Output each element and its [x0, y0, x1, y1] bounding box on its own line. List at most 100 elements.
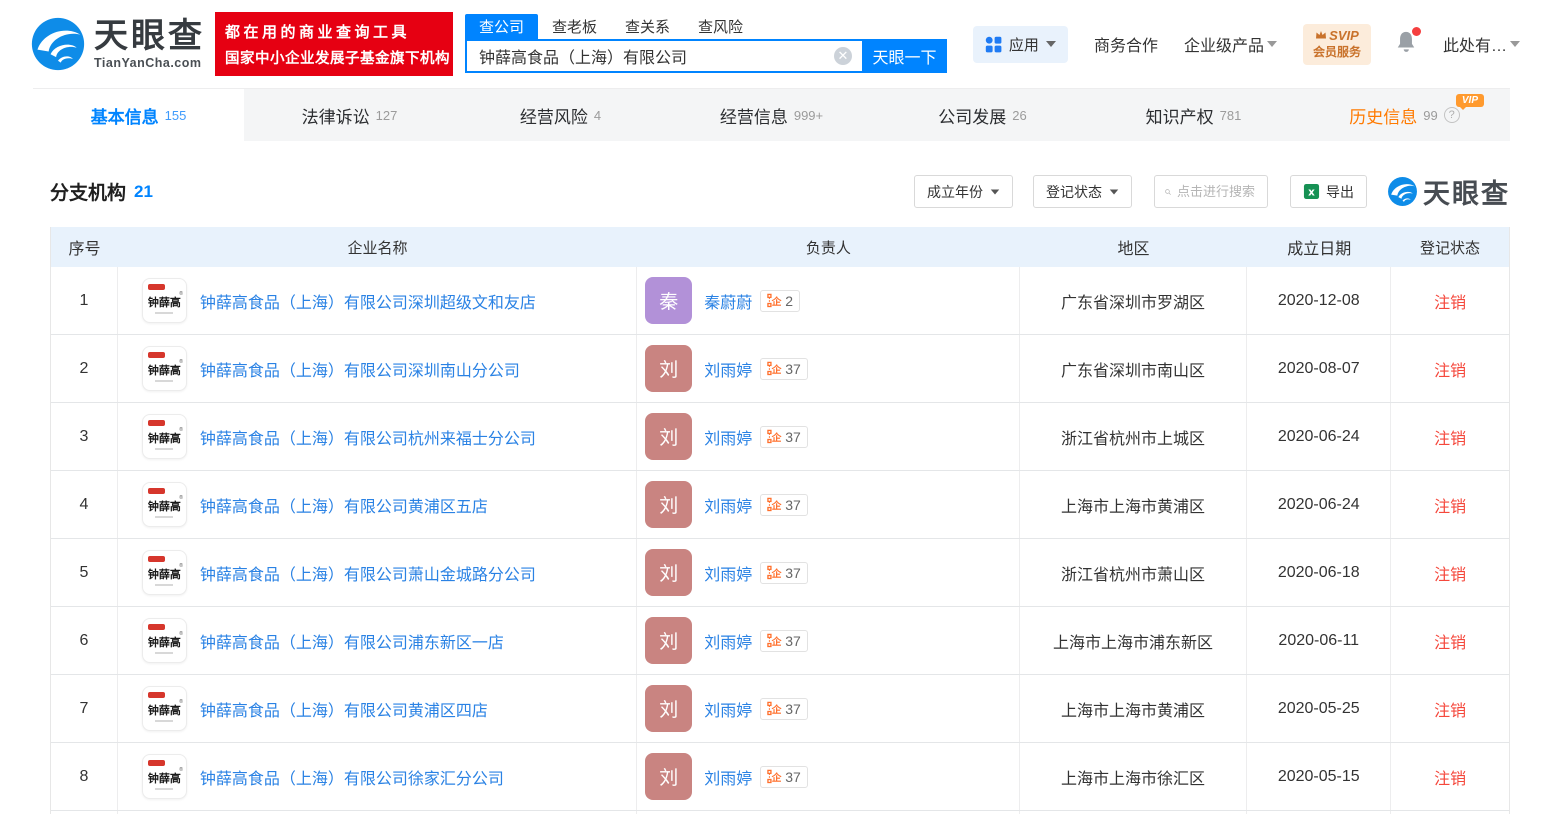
column-header: 企业名称: [118, 227, 637, 267]
row-index-cell: 7: [51, 675, 118, 742]
company-link[interactable]: 钟薛高食品（上海）有限公司黄浦区五店: [200, 493, 488, 517]
logo-red-tag: [148, 692, 165, 698]
nav-enterprise-label: 企业级产品: [1184, 32, 1264, 56]
company-cell: 钟薛高 ® 钟薛高食品（上海）有限公司萧山金城路分公司: [118, 539, 637, 606]
established-date: 2020-06-18: [1278, 564, 1360, 582]
column-header: 登记状态: [1391, 227, 1509, 267]
help-icon[interactable]: ?: [1444, 107, 1460, 123]
logo-brand-text: 钟薛高: [148, 362, 181, 378]
org-relations-icon: 企: [767, 633, 782, 648]
logo-red-tag: [148, 352, 165, 358]
search-tab[interactable]: 查风险: [684, 14, 757, 39]
company-link[interactable]: 钟薛高食品（上海）有限公司深圳南山分公司: [200, 357, 520, 381]
relation-count-badge[interactable]: 企 37: [760, 562, 808, 584]
registered-mark: ®: [179, 631, 183, 637]
section-title: 分支机构: [50, 178, 126, 205]
row-index: 3: [80, 428, 89, 446]
table-row: 4 钟薛高 ® 钟薛高食品（上海）有限公司黄浦区五店 刘 刘雨婷 企 37: [51, 471, 1509, 539]
nav-enterprise[interactable]: 企业级产品: [1184, 32, 1277, 56]
svg-text:企: 企: [771, 567, 782, 580]
person-avatar[interactable]: 刘: [645, 685, 692, 732]
table-search-box[interactable]: [1154, 175, 1268, 208]
person-link[interactable]: 刘雨婷: [704, 493, 752, 517]
person-avatar[interactable]: 刘: [645, 753, 692, 800]
person-cell: 刘 刘雨婷 企 37: [637, 743, 1019, 810]
tab-基本信息[interactable]: 基本信息155: [33, 89, 244, 141]
person-avatar[interactable]: 刘: [645, 345, 692, 392]
person-link[interactable]: 秦蔚蔚: [704, 289, 752, 313]
nav-account-more[interactable]: 此处有…: [1443, 32, 1520, 56]
company-link[interactable]: 钟薛高食品（上海）有限公司浦东新区一店: [200, 629, 504, 653]
tab-经营信息[interactable]: 经营信息999+: [666, 89, 877, 141]
tab-知识产权[interactable]: 知识产权781: [1088, 89, 1299, 141]
relation-count-badge[interactable]: 企 37: [760, 358, 808, 380]
tab-历史信息[interactable]: 历史信息99VIP?: [1299, 89, 1510, 141]
tianyancha-swirl-icon: [1387, 176, 1418, 207]
logo-subline: [155, 652, 173, 654]
branch-section-header: 分支机构 21 成立年份 登记状态 x 导出: [50, 172, 1510, 211]
region-text: 浙江省杭州市萧山区: [1061, 561, 1205, 585]
person-avatar[interactable]: 刘: [645, 481, 692, 528]
company-link[interactable]: 钟薛高食品（上海）有限公司深圳超级文和友店: [200, 289, 536, 313]
tab-法律诉讼[interactable]: 法律诉讼127: [244, 89, 455, 141]
table-row: 5 钟薛高 ® 钟薛高食品（上海）有限公司萧山金城路分公司 刘 刘雨婷 企 37: [51, 539, 1509, 607]
status-cell: 注销: [1391, 539, 1509, 606]
company-logo: 钟薛高 ®: [142, 414, 187, 459]
person-link[interactable]: 刘雨婷: [704, 629, 752, 653]
status-badge: 注销: [1434, 493, 1466, 517]
filter-year-dropdown[interactable]: 成立年份: [914, 175, 1013, 208]
region-text: 广东省深圳市罗湖区: [1061, 289, 1205, 313]
tianyancha-logo[interactable]: 天眼查 TianYanCha.com: [30, 16, 205, 72]
person-avatar[interactable]: 刘: [645, 413, 692, 460]
person-avatar[interactable]: 秦: [645, 277, 692, 324]
company-link[interactable]: 钟薛高食品（上海）有限公司黄浦区四店: [200, 697, 488, 721]
search-tab[interactable]: 查老板: [538, 14, 611, 39]
region-text: 上海市上海市黄浦区: [1061, 697, 1205, 721]
relation-count-badge[interactable]: 企 37: [760, 766, 808, 788]
relation-count-badge[interactable]: 企 2: [760, 290, 800, 312]
notification-dot: [1412, 27, 1421, 36]
tab-count: 781: [1220, 108, 1242, 123]
export-button[interactable]: x 导出: [1290, 175, 1367, 208]
svip-label: SVIP: [1329, 28, 1359, 43]
nav-more-label: 此处有…: [1443, 32, 1507, 56]
svg-text:企: 企: [771, 295, 782, 308]
nav-cooperation[interactable]: 商务合作: [1094, 32, 1158, 56]
person-link[interactable]: 刘雨婷: [704, 425, 752, 449]
relation-count-badge[interactable]: 企 37: [760, 698, 808, 720]
company-link[interactable]: 钟薛高食品（上海）有限公司徐家汇分公司: [200, 765, 504, 789]
region-text: 上海市上海市徐汇区: [1061, 765, 1205, 789]
person-link[interactable]: 刘雨婷: [704, 765, 752, 789]
status-badge: 注销: [1434, 425, 1466, 449]
tab-label: 法律诉讼: [302, 103, 370, 128]
tab-公司发展[interactable]: 公司发展26: [877, 89, 1088, 141]
table-search-input[interactable]: [1177, 184, 1257, 199]
person-link[interactable]: 刘雨婷: [704, 561, 752, 585]
notification-bell-icon[interactable]: [1395, 30, 1417, 59]
tab-经营风险[interactable]: 经营风险4: [455, 89, 666, 141]
company-link[interactable]: 钟薛高食品（上海）有限公司杭州来福士分公司: [200, 425, 536, 449]
tab-count: 155: [165, 108, 187, 123]
apps-menu-button[interactable]: 应用: [973, 26, 1068, 63]
company-logo: 钟薛高 ®: [142, 278, 187, 323]
org-relations-icon: 企: [767, 769, 782, 784]
search-tab[interactable]: 查关系: [611, 14, 684, 39]
company-cell: 钟薛高 ® 钟薛高食品（上海）有限公司浦东新区一店: [118, 607, 637, 674]
search-input[interactable]: [465, 39, 862, 73]
relation-count-badge[interactable]: 企 37: [760, 630, 808, 652]
person-avatar[interactable]: 刘: [645, 549, 692, 596]
person-avatar[interactable]: 刘: [645, 617, 692, 664]
clear-search-icon[interactable]: ✕: [834, 47, 852, 65]
company-link[interactable]: 钟薛高食品（上海）有限公司萧山金城路分公司: [200, 561, 536, 585]
slogan-line1: 都在用的商业查询工具: [225, 21, 443, 42]
watermark-text: 天眼查: [1423, 172, 1510, 211]
search-tab[interactable]: 查公司: [465, 14, 538, 39]
svip-member-button[interactable]: SVIP 会员服务: [1303, 24, 1371, 65]
person-link[interactable]: 刘雨婷: [704, 697, 752, 721]
search-button[interactable]: 天眼一下: [862, 39, 947, 73]
relation-count-badge[interactable]: 企 37: [760, 426, 808, 448]
person-link[interactable]: 刘雨婷: [704, 357, 752, 381]
status-badge: 注销: [1434, 561, 1466, 585]
relation-count-badge[interactable]: 企 37: [760, 494, 808, 516]
filter-status-dropdown[interactable]: 登记状态: [1033, 175, 1132, 208]
